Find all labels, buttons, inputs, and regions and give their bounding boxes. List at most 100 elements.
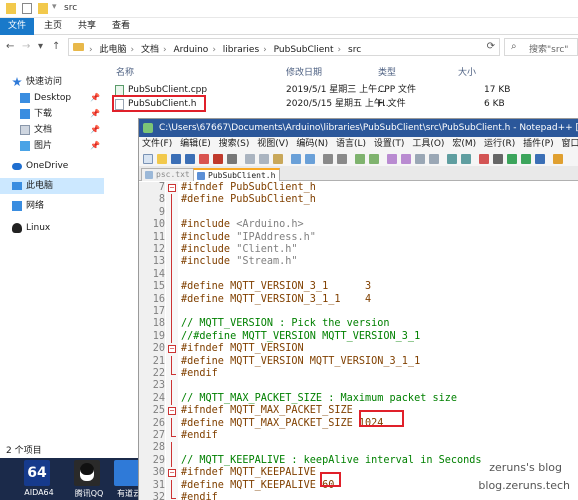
- open-file-icon[interactable]: [157, 154, 167, 164]
- nav-item-quick-access[interactable]: 快速访问: [0, 74, 104, 90]
- menu-window[interactable]: 窗口(W): [559, 137, 578, 152]
- code-line[interactable]: 17: [139, 306, 578, 319]
- tab-share[interactable]: 共享: [70, 18, 104, 35]
- column-size[interactable]: 大小: [458, 65, 476, 78]
- search-box[interactable]: ⌕ 搜索"src": [504, 38, 578, 56]
- fold-margin[interactable]: −: [166, 405, 178, 418]
- paste-icon[interactable]: [273, 154, 283, 164]
- nav-item-desktop[interactable]: Desktop 📌: [0, 90, 104, 106]
- zoom-in-icon[interactable]: [355, 154, 365, 164]
- quick-access-dropdown-icon[interactable]: ▾: [52, 2, 57, 12]
- nav-item-network[interactable]: 网络: [0, 198, 104, 214]
- code-line[interactable]: 7− #ifndef PubSubClient_h: [139, 182, 578, 195]
- address-bar[interactable]: › 此电脑 › 文档 › Arduino › libraries › PubSubCli…: [68, 38, 500, 56]
- breadcrumb-item[interactable]: PubSubClient: [274, 45, 334, 55]
- nav-item-linux[interactable]: Linux: [0, 220, 104, 236]
- nav-item-this-pc[interactable]: 此电脑: [0, 178, 104, 194]
- code-line[interactable]: 19 //#define MQTT_VERSION MQTT_VERSION_3_…: [139, 330, 578, 344]
- menu-edit[interactable]: 编辑(E): [178, 137, 213, 152]
- copy-icon[interactable]: [259, 154, 269, 164]
- code-line[interactable]: 11 #include "IPAddress.h": [139, 231, 578, 244]
- menu-view[interactable]: 视图(V): [255, 137, 290, 152]
- save-all-icon[interactable]: [185, 154, 195, 164]
- nav-item-documents[interactable]: 文档 📌: [0, 122, 104, 138]
- replace-icon[interactable]: [337, 154, 347, 164]
- code-line[interactable]: 16 #define MQTT_VERSION_3_1_1 4: [139, 293, 578, 306]
- up-icon[interactable]: ↑: [52, 41, 60, 52]
- close-file-icon[interactable]: [199, 154, 209, 164]
- taskbar-app-qq[interactable]: 腾讯QQ: [72, 460, 103, 500]
- pin-icon[interactable]: 📌: [90, 122, 100, 138]
- code-line[interactable]: 32 #endif: [139, 492, 578, 500]
- nav-item-onedrive[interactable]: OneDrive: [0, 158, 104, 174]
- code-line[interactable]: 13 #include "Stream.h": [139, 256, 578, 269]
- menu-run[interactable]: 运行(R): [482, 137, 517, 152]
- column-name[interactable]: 名称: [116, 65, 134, 78]
- play-macro-icon[interactable]: [507, 154, 517, 164]
- undo-icon[interactable]: [291, 154, 301, 164]
- fold-collapse-icon[interactable]: −: [168, 184, 176, 192]
- code-line[interactable]: 15 #define MQTT_VERSION_3_1 3: [139, 281, 578, 294]
- nav-item-downloads[interactable]: 下载 📌: [0, 106, 104, 122]
- breadcrumb-item[interactable]: Arduino: [173, 45, 208, 55]
- breadcrumb-item[interactable]: libraries: [223, 45, 259, 55]
- pin-icon[interactable]: 📌: [90, 90, 100, 106]
- checkbox-icon[interactable]: [22, 3, 32, 14]
- tab-view[interactable]: 查看: [104, 18, 138, 35]
- function-list-icon[interactable]: [461, 154, 471, 164]
- menu-language[interactable]: 语言(L): [334, 137, 368, 152]
- cut-icon[interactable]: [245, 154, 255, 164]
- menu-encoding[interactable]: 编码(N): [294, 137, 330, 152]
- save-icon[interactable]: [171, 154, 181, 164]
- new-file-icon[interactable]: [143, 154, 153, 164]
- menu-plugins[interactable]: 插件(P): [521, 137, 555, 152]
- code-line[interactable]: 9: [139, 206, 578, 220]
- code-editor[interactable]: 7− #ifndef PubSubClient_h 8 #define PubSubC…: [139, 182, 578, 500]
- tab-file[interactable]: 文件: [0, 18, 35, 35]
- tab-pubsubclient-h[interactable]: PubSubClient.h: [193, 168, 281, 181]
- stop-macro-icon[interactable]: [493, 154, 503, 164]
- fold-collapse-icon[interactable]: −: [168, 407, 176, 416]
- document-map-icon[interactable]: [447, 154, 457, 164]
- code-line[interactable]: 14: [139, 268, 578, 282]
- fold-margin[interactable]: −: [166, 467, 178, 480]
- nav-item-pictures[interactable]: 图片 📌: [0, 138, 104, 154]
- code-line[interactable]: 12 #include "Client.h": [139, 244, 578, 257]
- taskbar-app-aida64[interactable]: 64 AIDA64: [22, 460, 54, 500]
- tab-psc-txt[interactable]: psc.txt: [141, 168, 195, 181]
- menu-file[interactable]: 文件(F): [140, 137, 174, 152]
- indent-guide-icon[interactable]: [429, 154, 439, 164]
- code-line[interactable]: 10 #include <Arduino.h>: [139, 219, 578, 232]
- code-line[interactable]: 27 #endif: [139, 430, 578, 443]
- spellcheck-icon[interactable]: [553, 154, 563, 164]
- code-line[interactable]: 23: [139, 380, 578, 393]
- run-macro-multiple-icon[interactable]: [521, 154, 531, 164]
- menu-macro[interactable]: 宏(M): [450, 137, 478, 152]
- show-all-chars-icon[interactable]: [415, 154, 425, 164]
- pin-icon[interactable]: 📌: [90, 106, 100, 122]
- redo-icon[interactable]: [305, 154, 315, 164]
- code-line[interactable]: 28: [139, 442, 578, 455]
- breadcrumb-item[interactable]: src: [348, 45, 361, 55]
- code-line[interactable]: 18 // MQTT_VERSION : Pick the version: [139, 318, 578, 331]
- menu-search[interactable]: 搜索(S): [217, 137, 252, 152]
- save-macro-icon[interactable]: [535, 154, 545, 164]
- code-line[interactable]: 20− #ifndef MQTT_VERSION: [139, 343, 578, 356]
- print-icon[interactable]: [227, 154, 237, 164]
- find-icon[interactable]: [323, 154, 333, 164]
- column-date[interactable]: 修改日期: [286, 65, 322, 78]
- breadcrumb-item[interactable]: 文档: [141, 45, 159, 55]
- refresh-icon[interactable]: ⟳: [487, 41, 495, 52]
- new-folder-icon[interactable]: [38, 3, 48, 14]
- forward-icon[interactable]: →: [22, 41, 30, 52]
- sync-scroll-icon[interactable]: [387, 154, 397, 164]
- recent-dropdown-icon[interactable]: ▾: [38, 41, 43, 52]
- column-type[interactable]: 类型: [378, 65, 396, 78]
- pin-icon[interactable]: 📌: [90, 138, 100, 154]
- record-macro-icon[interactable]: [479, 154, 489, 164]
- back-icon[interactable]: ←: [6, 41, 14, 52]
- code-line[interactable]: 8 #define PubSubClient_h: [139, 194, 578, 207]
- menu-settings[interactable]: 设置(T): [372, 137, 407, 152]
- zoom-out-icon[interactable]: [369, 154, 379, 164]
- menu-tools[interactable]: 工具(O): [410, 137, 446, 152]
